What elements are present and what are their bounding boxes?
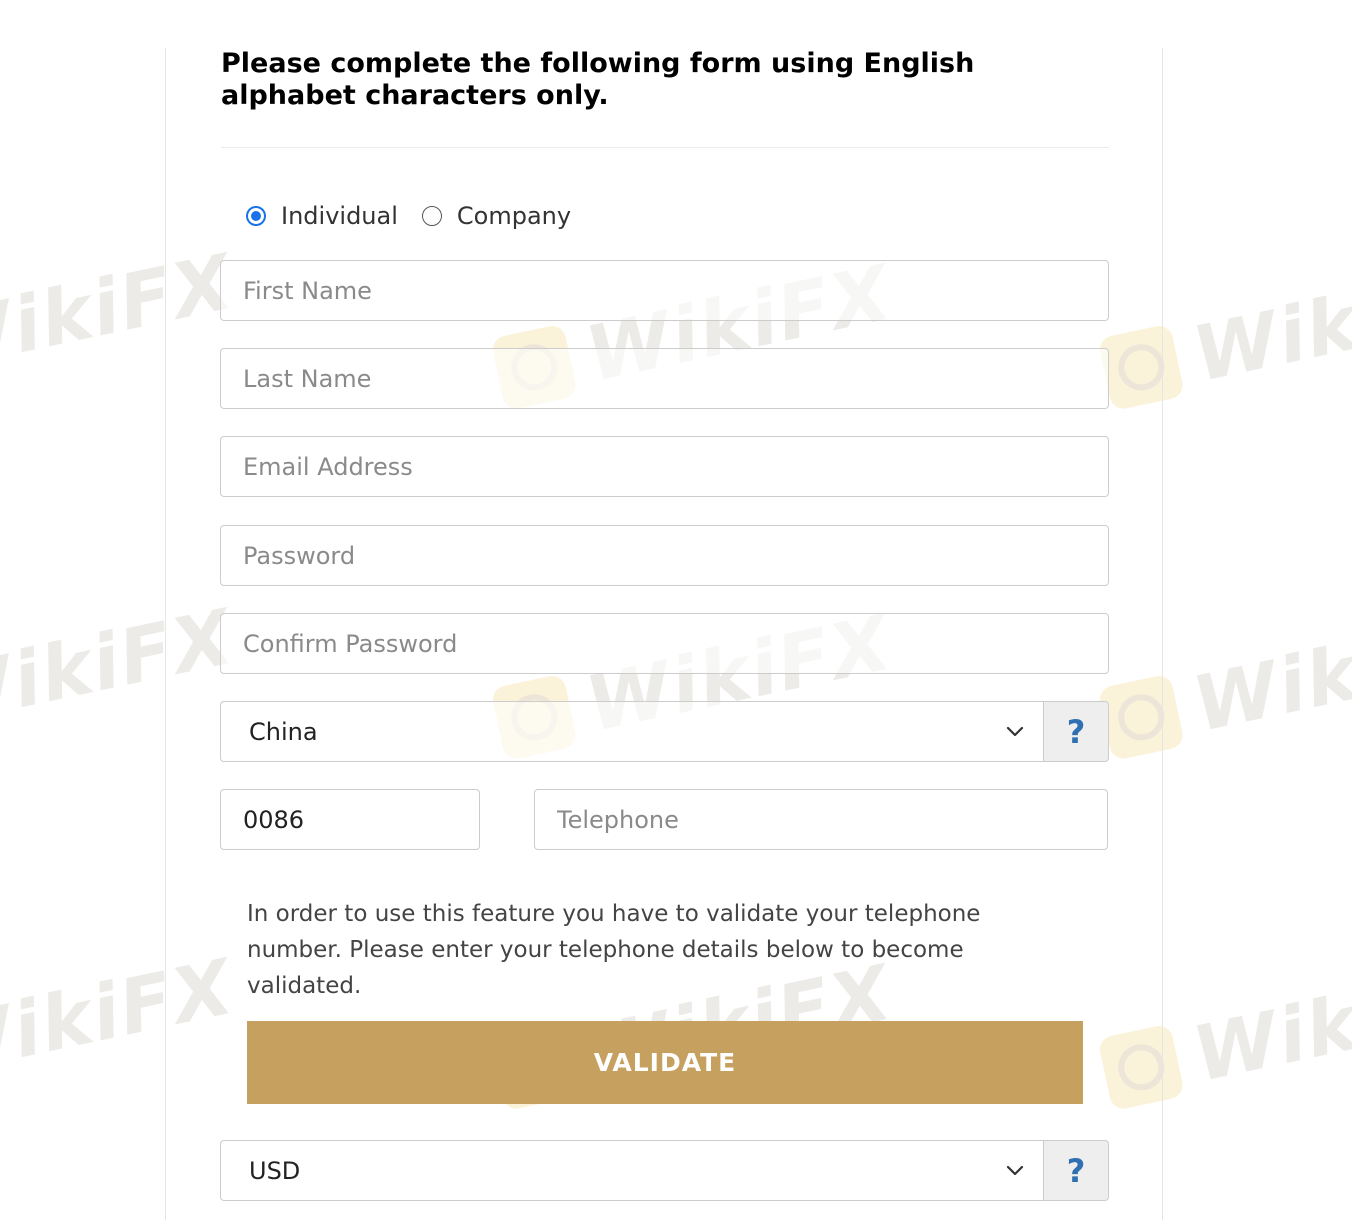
last-name-input[interactable] [220, 348, 1109, 409]
radio-company-label: Company [456, 202, 572, 230]
radio-company-circle[interactable] [421, 206, 442, 226]
watermark-text: WikiFX [1185, 597, 1352, 749]
chevron-down-icon [1005, 722, 1025, 742]
validate-button[interactable]: VALIDATE [247, 1021, 1083, 1104]
currency-help-button[interactable]: ? [1043, 1140, 1109, 1201]
country-help-button[interactable]: ? [1043, 701, 1109, 762]
radio-individual-circle[interactable] [246, 206, 266, 226]
country-select-value: China [249, 717, 318, 746]
account-type-radio-group: Individual Company [246, 198, 595, 234]
currency-select-value: USD [249, 1156, 301, 1185]
watermark-text: WikiFX [1185, 947, 1352, 1099]
password-input[interactable] [220, 525, 1109, 586]
validation-info-text: In order to use this feature you have to… [247, 901, 981, 999]
currency-select-group: USD ? [220, 1140, 1109, 1201]
first-name-input[interactable] [220, 260, 1109, 321]
telephone-input[interactable] [534, 789, 1108, 850]
country-select-group: China ? [220, 701, 1109, 762]
currency-select[interactable]: USD [220, 1140, 1043, 1201]
radio-company[interactable]: Company [421, 202, 572, 230]
confirm-password-input[interactable] [220, 613, 1109, 674]
phone-code-input[interactable] [220, 789, 480, 850]
registration-form: Please complete the following form using… [165, 48, 1163, 1220]
divider [221, 147, 1109, 148]
watermark-text: WikiFX [1185, 247, 1352, 399]
form-heading: Please complete the following form using… [221, 48, 975, 111]
country-select[interactable]: China [220, 701, 1043, 762]
radio-individual-label: Individual [281, 202, 398, 230]
radio-individual[interactable]: Individual [246, 202, 398, 230]
chevron-down-icon [1005, 1161, 1025, 1181]
email-input[interactable] [220, 436, 1109, 497]
